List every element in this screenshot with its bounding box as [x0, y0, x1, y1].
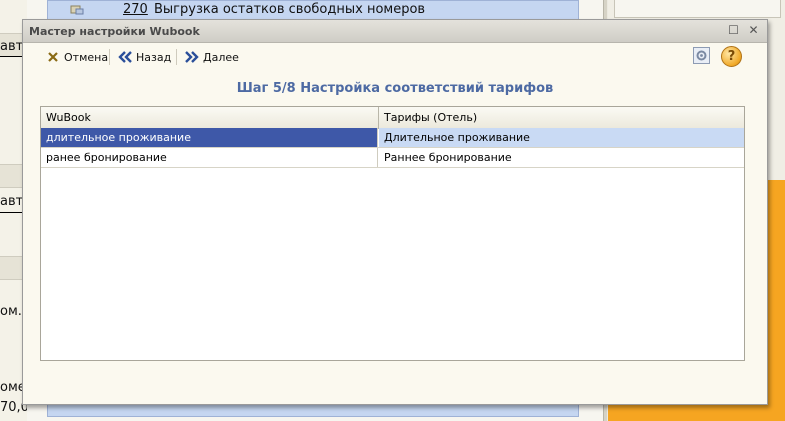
dialog-toolbar: Отмена Назад Далее	[23, 43, 767, 71]
report-icon	[70, 5, 84, 15]
dialog-title: Мастер настройки Wubook	[29, 25, 200, 38]
table-header: WuBook Тарифы (Отель)	[41, 107, 744, 129]
cell-wubook[interactable]: ранее бронирование	[41, 148, 378, 167]
close-icon[interactable]: ✕	[747, 24, 760, 37]
double-chevron-right-icon	[184, 49, 200, 65]
background-list-row[interactable]: 270 Выгрузка остатков свободных номеров	[47, 0, 579, 20]
background-fragment: ом.	[0, 304, 22, 319]
back-label: Назад	[136, 50, 172, 64]
double-chevron-left-icon	[117, 49, 133, 65]
column-header-wubook[interactable]: WuBook	[41, 108, 91, 127]
next-label: Далее	[203, 50, 239, 64]
background-fragment: авт	[0, 39, 24, 54]
cancel-label: Отмена	[64, 50, 109, 64]
toolbar-separator	[176, 49, 177, 65]
tariff-mapping-table: WuBook Тарифы (Отель) длительное прожива…	[40, 106, 745, 361]
background-fragment: авт	[0, 194, 24, 209]
column-header-hotel-tariffs[interactable]: Тарифы (Отель)	[379, 108, 477, 127]
table-row[interactable]: ранее бронирование Раннее бронирование	[41, 148, 744, 168]
maximize-icon[interactable]: ☐	[727, 24, 740, 37]
cell-wubook[interactable]: длительное проживание	[41, 128, 378, 147]
background-row-title: Выгрузка остатков свободных номеров	[154, 2, 426, 17]
table-row[interactable]: длительное проживание Длительное прожива…	[41, 128, 744, 148]
toolbar-separator	[109, 49, 110, 65]
next-button[interactable]: Далее	[184, 48, 239, 66]
help-icon[interactable]: ?	[721, 46, 742, 67]
settings-icon[interactable]	[693, 47, 710, 64]
background-row-code[interactable]: 270	[123, 2, 148, 17]
background-orange-area	[766, 180, 785, 421]
step-title: Шаг 5/8 Настройка соответствий тарифов	[236, 81, 554, 96]
dialog-titlebar[interactable]: Мастер настройки Wubook ☐ ✕	[23, 20, 767, 43]
back-button[interactable]: Назад	[117, 48, 171, 66]
cell-hotel-tariff[interactable]: Длительное проживание	[379, 128, 744, 147]
wubook-setup-dialog: Мастер настройки Wubook ☐ ✕ Отмена Назад…	[22, 19, 768, 405]
background-tile	[614, 0, 781, 18]
cell-hotel-tariff[interactable]: Раннее бронирование	[379, 148, 744, 167]
cancel-button[interactable]: Отмена	[45, 48, 108, 66]
cancel-x-icon	[45, 49, 61, 65]
